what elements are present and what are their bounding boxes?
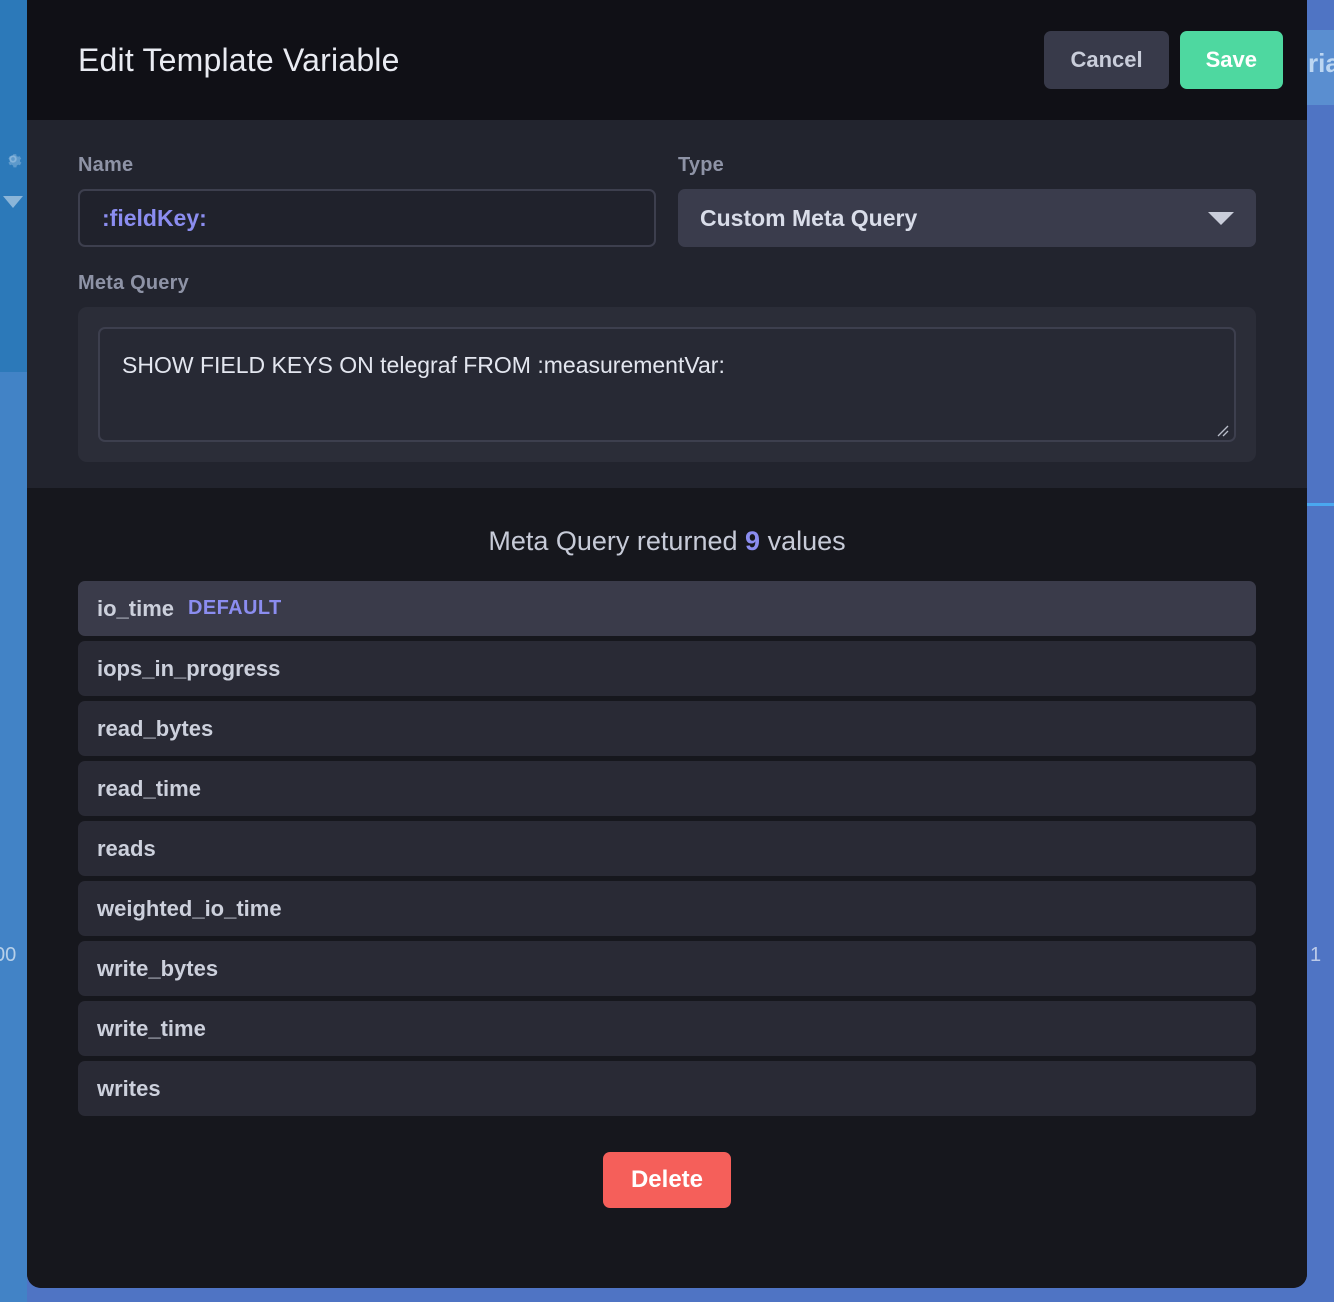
values-list: io_time DEFAULT iops_in_progress read_bytes… bbox=[78, 581, 1256, 1116]
variable-form-section: Name Type Custom Meta Query Meta Query S… bbox=[27, 120, 1307, 488]
metaquery-panel: SHOW FIELD KEYS ON telegraf FROM :measur… bbox=[78, 307, 1256, 462]
name-type-row: Name Type Custom Meta Query bbox=[78, 154, 1256, 247]
background-left-axis-label: 00 bbox=[0, 944, 17, 966]
background-left-sidebar-lower bbox=[0, 372, 27, 1302]
cancel-button[interactable]: Cancel bbox=[1044, 31, 1169, 89]
value-name: write_time bbox=[97, 1015, 206, 1041]
gear-icon bbox=[8, 154, 22, 168]
results-count-prefix: Meta Query returned bbox=[488, 526, 738, 556]
value-row[interactable]: write_bytes bbox=[78, 941, 1256, 996]
metaquery-textarea-wrap: SHOW FIELD KEYS ON telegraf FROM :measur… bbox=[98, 327, 1236, 442]
background-right-strip bbox=[1307, 0, 1334, 1302]
value-row[interactable]: writes bbox=[78, 1061, 1256, 1116]
value-name: write_bytes bbox=[97, 955, 219, 981]
value-row[interactable]: iops_in_progress bbox=[78, 641, 1256, 696]
value-row[interactable]: io_time DEFAULT bbox=[78, 581, 1256, 636]
value-name: writes bbox=[97, 1075, 161, 1101]
background-right-axis-label: 1 bbox=[1310, 944, 1322, 966]
type-label: Type bbox=[678, 154, 724, 176]
name-input[interactable] bbox=[78, 189, 656, 247]
value-row[interactable]: weighted_io_time bbox=[78, 881, 1256, 936]
value-row[interactable]: read_time bbox=[78, 761, 1256, 816]
value-row[interactable]: read_bytes bbox=[78, 701, 1256, 756]
modal-header: Edit Template Variable Cancel Save bbox=[27, 0, 1307, 120]
chevron-down-icon bbox=[1208, 211, 1234, 225]
results-count-number: 9 bbox=[745, 526, 761, 556]
value-name: io_time bbox=[97, 595, 175, 621]
metaquery-textarea[interactable]: SHOW FIELD KEYS ON telegraf FROM :measur… bbox=[98, 327, 1236, 442]
metaquery-field-group: Meta Query SHOW FIELD KEYS ON telegraf F… bbox=[78, 272, 1256, 462]
type-dropdown-value: Custom Meta Query bbox=[700, 204, 918, 231]
results-count-suffix: values bbox=[767, 526, 846, 556]
save-button[interactable]: Save bbox=[1179, 31, 1283, 89]
metaquery-label: Meta Query bbox=[78, 272, 189, 294]
results-section: Meta Query returned 9 values io_time DEFA… bbox=[27, 488, 1307, 1288]
delete-button[interactable]: Delete bbox=[602, 1152, 732, 1208]
value-name: reads bbox=[97, 835, 156, 861]
value-name: weighted_io_time bbox=[97, 895, 282, 921]
type-dropdown[interactable]: Custom Meta Query bbox=[678, 189, 1256, 247]
default-badge: DEFAULT bbox=[188, 597, 282, 619]
background-right-panel-text: ria bbox=[1308, 48, 1334, 78]
value-name: read_time bbox=[97, 775, 201, 801]
results-count: Meta Query returned 9 values bbox=[78, 526, 1256, 557]
value-name: read_bytes bbox=[97, 715, 214, 741]
delete-row: Delete bbox=[78, 1152, 1256, 1208]
background-right-series-line bbox=[1307, 503, 1334, 506]
name-label: Name bbox=[78, 154, 134, 176]
edit-template-variable-modal: Edit Template Variable Cancel Save Name … bbox=[27, 0, 1307, 1288]
type-field-group: Type Custom Meta Query bbox=[678, 154, 1256, 247]
page-title: Edit Template Variable bbox=[78, 41, 400, 78]
name-field-group: Name bbox=[78, 154, 656, 247]
value-row[interactable]: reads bbox=[78, 821, 1256, 876]
value-name: iops_in_progress bbox=[97, 655, 281, 681]
value-row[interactable]: write_time bbox=[78, 1001, 1256, 1056]
caret-down-icon bbox=[3, 196, 23, 208]
